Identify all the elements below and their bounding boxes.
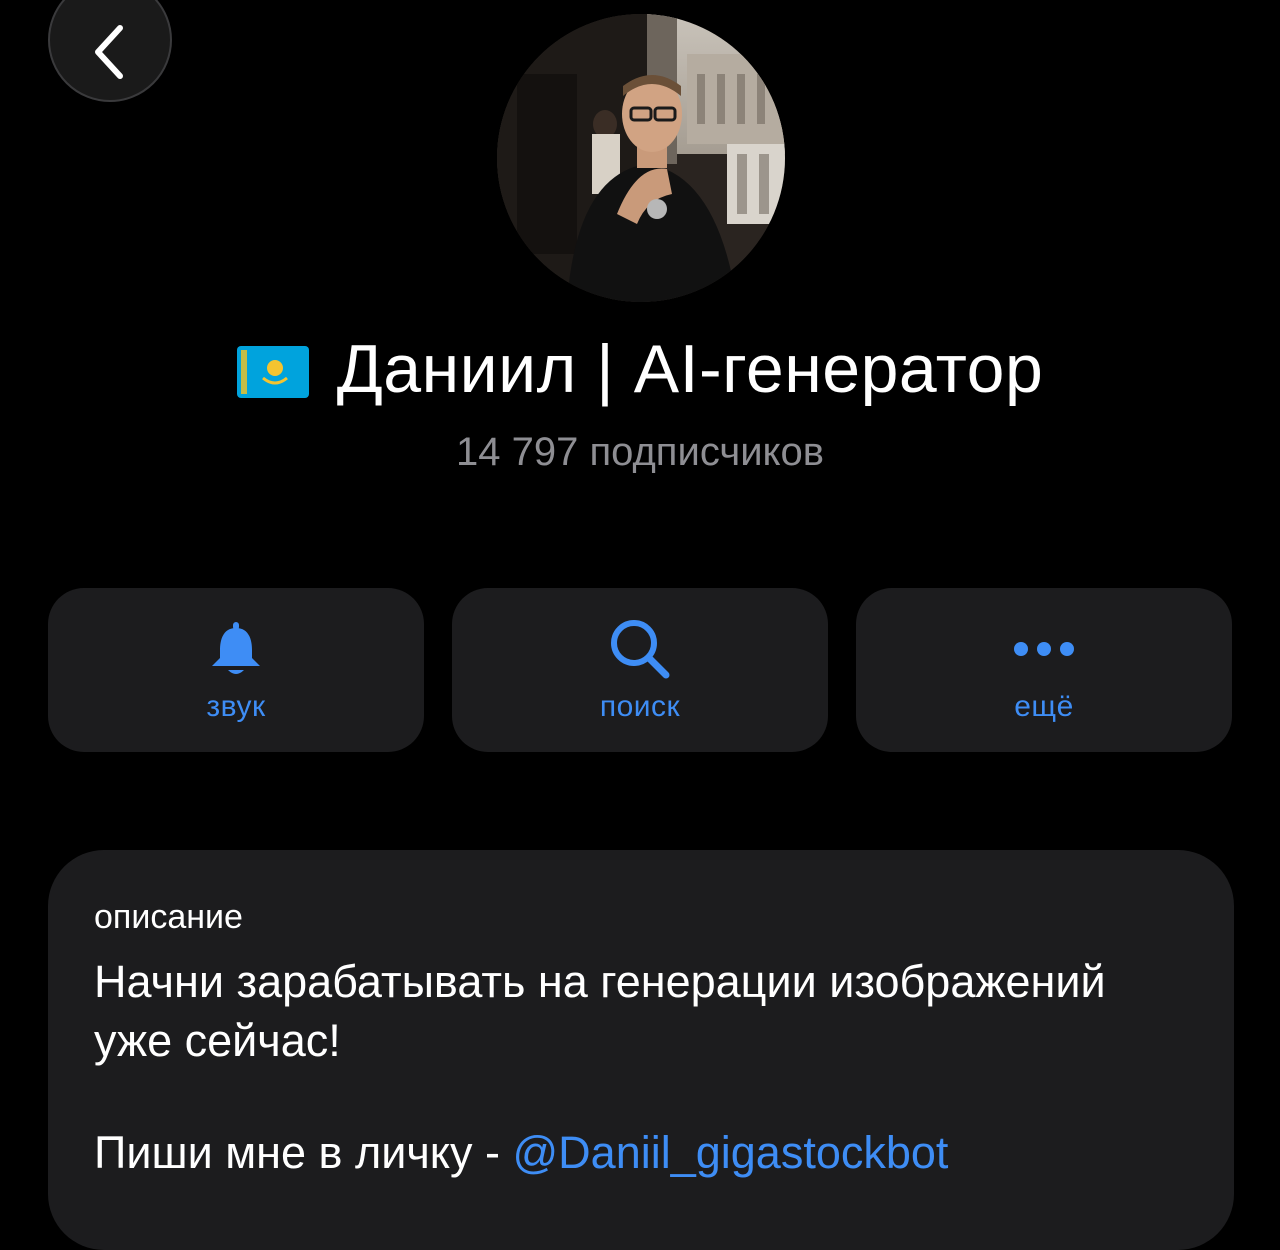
subscriber-count: 14 797 подписчиков	[455, 430, 824, 474]
description-caption: описание	[94, 898, 243, 936]
contact-prefix: Пиши мне в личку -	[94, 1127, 513, 1178]
description-text: Начни зарабатывать на генерации изображе…	[94, 956, 1106, 1066]
kazakhstan-flag-icon	[236, 346, 309, 398]
more-dots-icon	[1014, 642, 1074, 656]
bell-icon	[212, 622, 260, 674]
description-card: описание Начни зарабатывать на генерации…	[48, 850, 1234, 1250]
description-contact: Пиши мне в личку - @Daniil_gigastockbot	[94, 1123, 948, 1182]
back-button[interactable]	[48, 0, 172, 102]
mute-button[interactable]: звук	[48, 588, 424, 752]
contact-link[interactable]: @Daniil_gigastockbot	[512, 1127, 948, 1178]
search-button[interactable]: поиск	[452, 588, 828, 752]
search-icon	[611, 620, 670, 679]
search-button-label: поиск	[599, 690, 681, 723]
chevron-left-icon	[95, 25, 123, 79]
more-button-label: ещё	[1014, 690, 1074, 723]
mute-button-label: звук	[206, 690, 266, 723]
avatar-photo	[497, 14, 785, 302]
title-row: Даниил | AI-генератор	[0, 330, 1280, 408]
more-button[interactable]: ещё	[856, 588, 1232, 752]
page-title: Даниил | AI-генератор	[336, 331, 1044, 407]
avatar[interactable]	[497, 14, 785, 302]
